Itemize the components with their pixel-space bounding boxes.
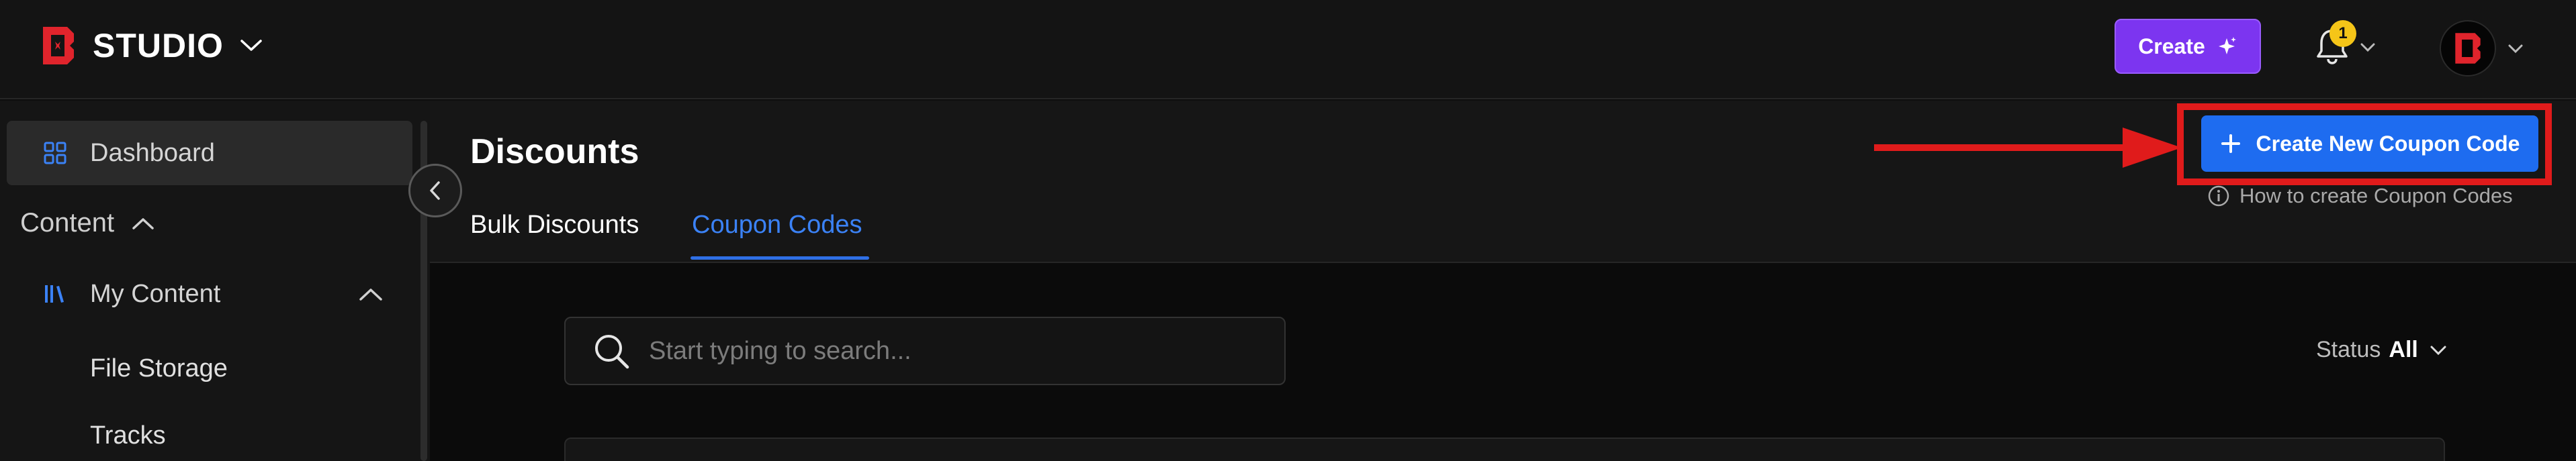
status-filter[interactable]: Status All xyxy=(2316,337,2446,363)
main-content: Discounts Bulk Discounts Coupon Codes Cr… xyxy=(430,101,2576,461)
coupon-table xyxy=(564,438,2445,461)
chevron-down-icon xyxy=(2508,44,2523,54)
sidebar-item-tracks[interactable]: Tracks xyxy=(90,421,166,450)
tab-bulk-discounts[interactable]: Bulk Discounts xyxy=(470,211,639,240)
sidebar-item-file-storage[interactable]: File Storage xyxy=(90,354,228,383)
search-box[interactable] xyxy=(564,317,1286,385)
page-header: Discounts Bulk Discounts Coupon Codes Cr… xyxy=(430,101,2576,263)
sidebar-item-label: Dashboard xyxy=(90,138,215,167)
search-input[interactable] xyxy=(649,336,1240,366)
plus-icon xyxy=(2221,134,2240,153)
active-tab-indicator xyxy=(691,256,869,260)
studio-logo-icon xyxy=(2455,33,2481,64)
studio-switcher[interactable]: STUDIO xyxy=(40,23,263,68)
chevron-down-icon xyxy=(240,40,262,51)
arrow-right-icon xyxy=(1874,127,2182,168)
sidebar-item-dashboard[interactable]: Dashboard xyxy=(7,121,412,185)
status-filter-value: All xyxy=(2389,337,2418,362)
create-button[interactable]: Create xyxy=(2115,19,2261,74)
sparkle-icon xyxy=(2218,37,2236,54)
link-label: How to create Coupon Codes xyxy=(2239,184,2513,207)
info-icon xyxy=(2208,185,2229,207)
studio-logo-icon xyxy=(43,27,74,64)
account-menu[interactable] xyxy=(2440,20,2534,76)
tab-coupon-codes[interactable]: Coupon Codes xyxy=(692,211,862,240)
chevron-left-icon xyxy=(430,181,440,200)
page-title: Discounts xyxy=(470,132,639,171)
avatar xyxy=(2440,20,2496,76)
create-button-label: Create xyxy=(2138,34,2205,58)
top-bar: STUDIO Create 1 xyxy=(0,0,2576,99)
status-filter-label: Status xyxy=(2316,337,2381,362)
section-label: Content xyxy=(20,208,115,238)
notifications-button[interactable]: 1 xyxy=(2311,20,2375,74)
sidebar-item-label: My Content xyxy=(90,279,221,308)
library-icon xyxy=(45,285,64,303)
sidebar: Dashboard Content My Content File Storag… xyxy=(0,101,430,461)
sidebar-item-my-content[interactable]: My Content xyxy=(7,266,412,322)
sidebar-section-content[interactable]: Content xyxy=(20,208,154,238)
chevron-up-icon xyxy=(132,217,154,229)
collapse-sidebar-button[interactable] xyxy=(408,164,462,217)
grid-icon xyxy=(44,142,66,164)
button-label: Create New Coupon Code xyxy=(2256,131,2520,156)
how-to-create-coupon-link[interactable]: How to create Coupon Codes xyxy=(2207,184,2513,208)
brand-name: STUDIO xyxy=(93,27,224,64)
chevron-down-icon xyxy=(2360,43,2375,52)
search-icon xyxy=(595,335,629,369)
chevron-down-icon xyxy=(2430,346,2446,355)
notification-badge: 1 xyxy=(2329,20,2356,47)
create-new-coupon-code-button[interactable]: Create New Coupon Code xyxy=(2201,115,2538,172)
chevron-up-icon xyxy=(359,289,382,301)
